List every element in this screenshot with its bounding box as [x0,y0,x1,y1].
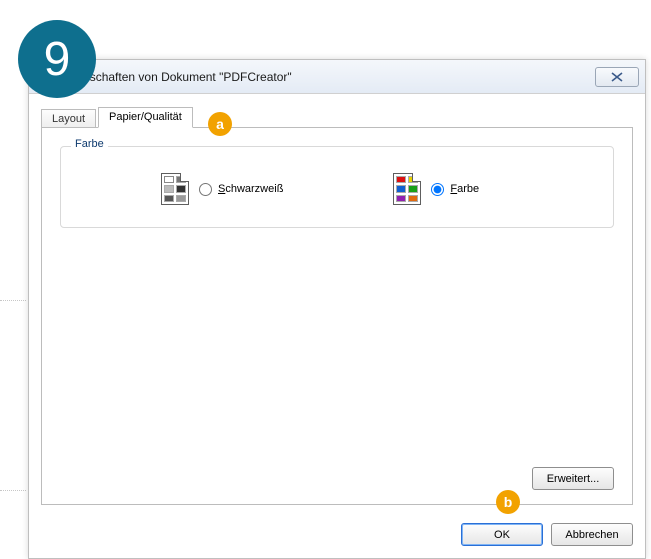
color-sample-icon [393,173,421,205]
ok-button[interactable]: OK [461,523,543,546]
option-color: Farbe [393,173,479,205]
radio-color-label: Farbe [450,183,479,195]
advanced-button[interactable]: Erweitert... [532,467,614,490]
guide-line [0,490,26,491]
color-options: Schwarzweiß Farbe [81,173,593,205]
close-icon [611,72,623,82]
guide-line [0,300,26,301]
radio-color[interactable]: Farbe [431,183,479,196]
properties-dialog: Eigenschaften von Dokument "PDFCreator" … [28,59,646,559]
annotation-b: b [496,490,520,514]
option-bw: Schwarzweiß [161,173,283,205]
tab-paper-quality[interactable]: Papier/Qualität [98,107,193,128]
group-title: Farbe [71,138,108,150]
advanced-row: Erweitert... [532,467,614,490]
titlebar: Eigenschaften von Dokument "PDFCreator" [29,60,645,94]
bw-sample-icon [161,173,189,205]
dialog-button-row: OK Abbrechen [29,515,645,558]
tab-strip: Layout Papier/Qualität [41,107,633,128]
cancel-button[interactable]: Abbrechen [551,523,633,546]
tab-panel-paper-quality: Farbe Schwarzweiß [41,127,633,505]
radio-bw-label: Schwarzweiß [218,183,283,195]
radio-color-input[interactable] [431,183,444,196]
window-title: Eigenschaften von Dokument "PDFCreator" [59,70,595,84]
radio-bw-input[interactable] [199,183,212,196]
color-groupbox: Farbe Schwarzweiß [60,146,614,228]
close-button[interactable] [595,67,639,87]
step-badge: 9 [18,20,96,98]
radio-bw[interactable]: Schwarzweiß [199,183,283,196]
annotation-a: a [208,112,232,136]
dialog-client: Layout Papier/Qualität Farbe Sch [29,94,645,515]
